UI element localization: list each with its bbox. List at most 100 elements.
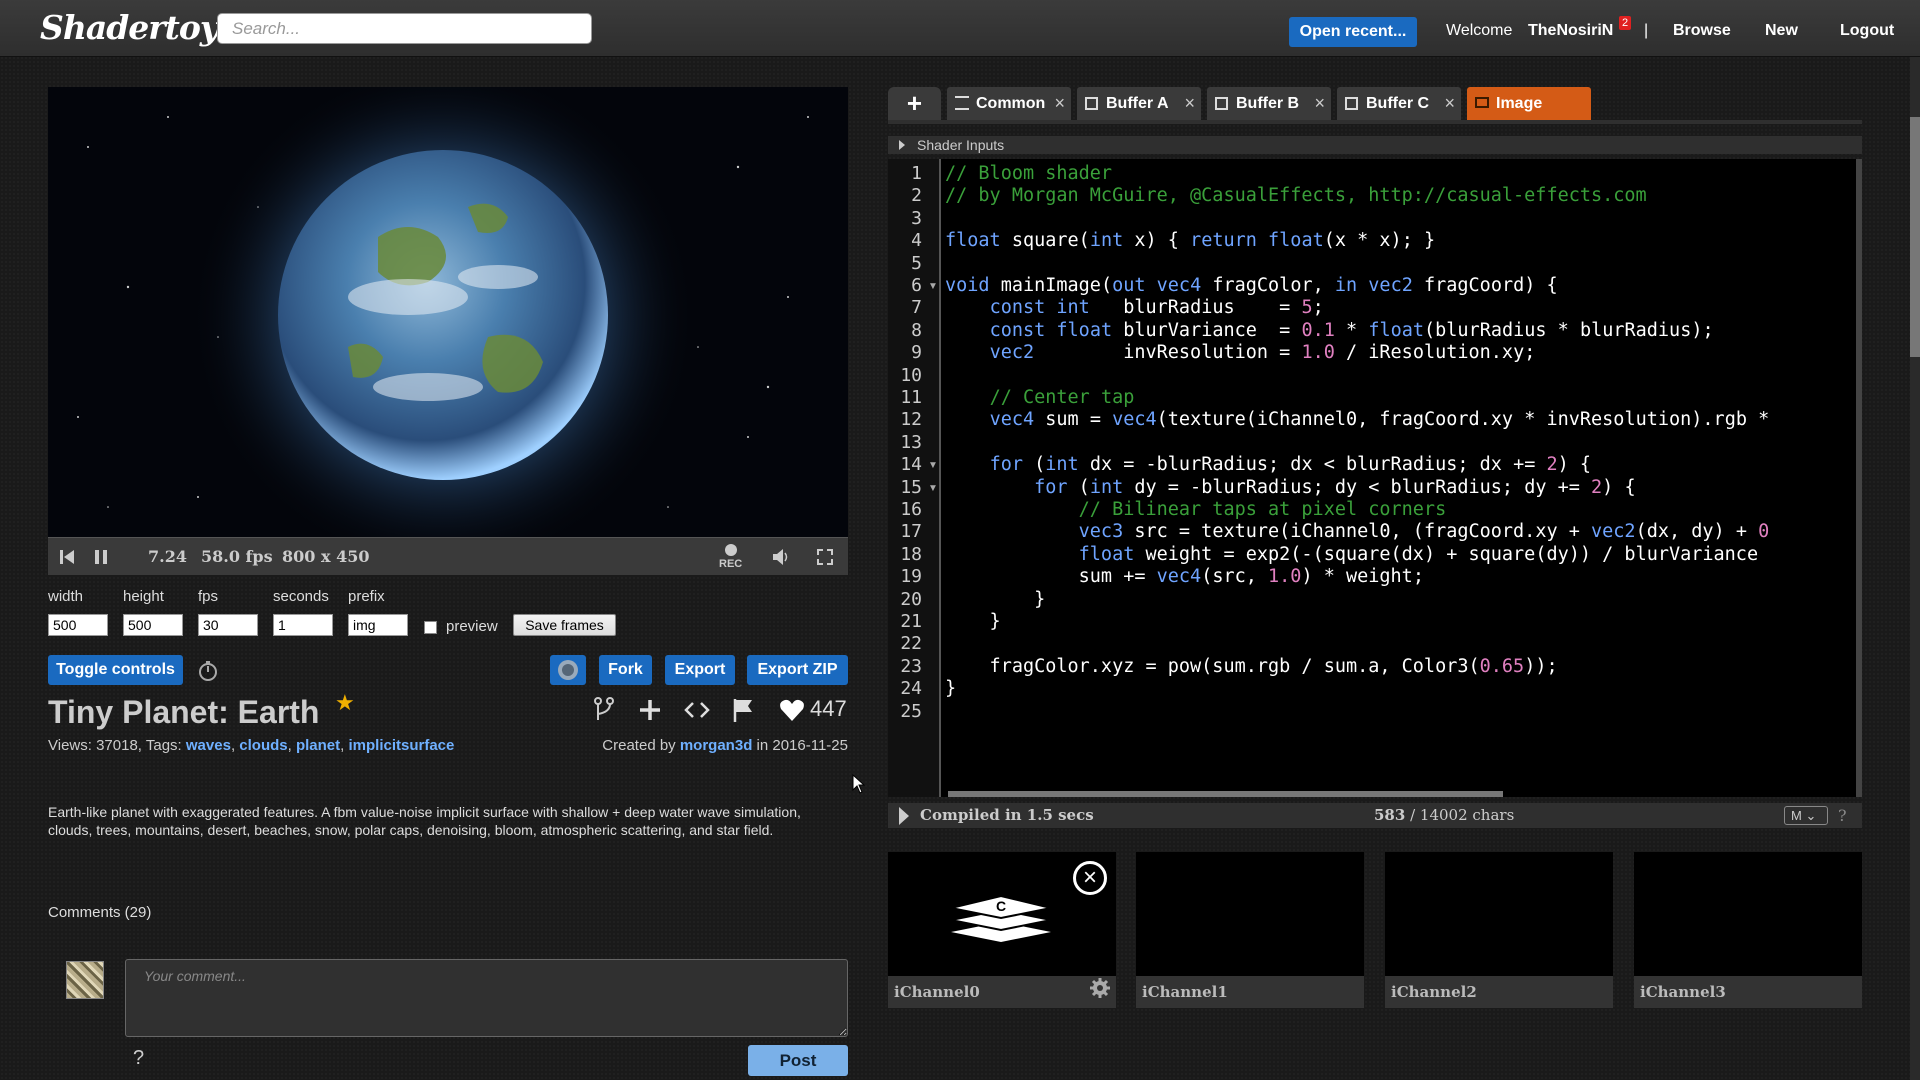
channel-slot-2[interactable]: iChannel2 [1385,852,1613,1008]
favorite-star-icon[interactable]: ★ [335,690,355,716]
fork-branch-icon[interactable] [590,696,618,724]
line-number: 1 [911,163,922,184]
expand-arrow-icon[interactable] [899,140,905,150]
volume-icon[interactable] [770,546,792,568]
code-line[interactable]: for (int dy = -blurRadius; dy < blurRadi… [945,477,1635,498]
code-line[interactable]: float square(int x) { return float(x * x… [945,230,1435,251]
capture-height-input[interactable] [123,614,183,636]
code-line[interactable]: fragColor.xyz = pow(sum.rgb / sum.a, Col… [945,656,1558,677]
username-link[interactable]: TheNosiriN [1528,22,1613,40]
comment-help-link[interactable]: ? [133,1047,144,1070]
record-button[interactable]: REC [716,542,746,574]
capture-seconds-input[interactable] [273,614,333,636]
capture-fps-input[interactable] [198,614,258,636]
code-line[interactable]: for (int dx = -blurRadius; dx < blurRadi… [945,454,1591,475]
shader-canvas[interactable] [48,87,848,537]
tab-label: Common [976,95,1046,112]
code-line[interactable]: vec3 src = texture(iChannel0, (fragCoord… [945,521,1770,542]
code-line[interactable]: vec2 invResolution = 1.0 / iResolution.x… [945,342,1536,363]
fullscreen-icon[interactable] [814,546,836,568]
tag-link[interactable]: clouds [239,737,287,754]
channel-label: iChannel0 [888,976,1116,1008]
tag-link[interactable]: implicitsurface [349,737,455,754]
channel-slot-1[interactable]: iChannel1 [1136,852,1364,1008]
line-number: 7 [911,297,922,319]
search-input[interactable] [217,13,592,44]
close-tab-icon[interactable]: × [1314,87,1325,120]
tab-buffer-b[interactable]: Buffer B × [1207,87,1331,120]
tab-buffer-a[interactable]: Buffer A × [1077,87,1201,120]
code-editor[interactable]: 1 2 3 4 5 6 ▼ 7 8 9 10 11 12 13 14 ▼ 15 ▼ 16 17 18 19 20 21 22 23… [888,159,1862,797]
editor-mode-select[interactable]: M ⌄ [1784,806,1828,825]
like-heart-icon[interactable] [778,696,806,724]
site-logo[interactable]: Shadertoy [40,8,219,47]
code-line[interactable]: const float blurVariance = 0.1 * float(b… [945,320,1714,341]
shader-inputs-toggle[interactable]: Shader Inputs [888,136,1862,154]
new-shader-link[interactable]: New [1765,22,1798,40]
code-line[interactable]: sum += vec4(src, 1.0) * weight; [945,566,1424,587]
export-button[interactable]: Export [665,655,735,685]
capture-width-input[interactable] [48,614,108,636]
compile-status-bar: Compiled in 1.5 secs 583 / 14002 chars M… [888,803,1862,828]
open-recent-button[interactable]: Open recent... [1289,17,1417,47]
fold-toggle-icon[interactable]: ▼ [928,281,938,292]
post-comment-button[interactable]: Post [748,1045,848,1076]
editor-help-link[interactable]: ? [1838,803,1847,828]
timer-icon[interactable] [197,660,219,682]
line-number: 13 [900,431,922,453]
code-horizontal-scrollbar[interactable] [948,791,1503,797]
fork-button[interactable]: Fork [599,655,652,685]
toggle-controls-button[interactable]: Toggle controls [48,655,183,685]
page-scrollbar-thumb[interactable] [1910,117,1920,357]
tag-link[interactable]: planet [296,737,340,754]
compile-play-icon[interactable] [899,807,909,825]
tab-common[interactable]: Common × [947,87,1071,120]
char-count: 583 / 14002 chars [1374,803,1514,828]
channel-slot-0[interactable]: C × iChannel0 [888,852,1116,1008]
add-to-playlist-icon[interactable] [636,696,664,724]
code-line[interactable]: } [945,678,956,699]
close-tab-icon[interactable]: × [1184,87,1195,120]
add-tab-button[interactable]: + [888,87,941,120]
code-line[interactable]: float weight = exp2(-(square(dx) + squar… [945,544,1758,565]
code-line[interactable]: // Center tap [945,387,1135,408]
page-scrollbar[interactable] [1910,57,1920,1080]
user-avatar [66,961,104,999]
code-line[interactable]: const int blurRadius = 5; [945,297,1324,318]
author-link[interactable]: morgan3d [680,737,753,754]
channel-slot-3[interactable]: iChannel3 [1634,852,1862,1008]
report-flag-icon[interactable] [730,696,758,724]
welcome-text: Welcome [1446,22,1513,39]
fold-toggle-icon[interactable]: ▼ [928,460,938,471]
code-line[interactable]: // by Morgan McGuire, @CasualEffects, ht… [945,185,1647,206]
code-line[interactable]: // Bloom shader [945,163,1112,184]
logout-link[interactable]: Logout [1840,22,1894,40]
tab-buffer-c[interactable]: Buffer C × [1337,87,1461,120]
export-zip-button[interactable]: Export ZIP [747,655,848,685]
comment-textarea[interactable] [125,959,848,1037]
code-vertical-scrollbar[interactable] [1856,159,1862,797]
browse-link[interactable]: Browse [1673,22,1731,40]
tag-link[interactable]: waves [186,737,231,754]
code-line[interactable]: vec4 sum = vec4(texture(iChannel0, fragC… [945,409,1770,430]
save-frames-button[interactable]: Save frames [513,614,616,636]
pause-icon[interactable] [90,546,112,568]
close-tab-icon[interactable]: × [1444,87,1455,120]
code-line[interactable]: } [945,589,1045,610]
embed-code-icon[interactable] [683,696,711,724]
gear-icon[interactable] [1089,977,1111,999]
code-line[interactable]: // Bilinear taps at pixel corners [945,499,1447,520]
code-line[interactable]: void mainImage(out vec4 fragColor, in ve… [945,275,1558,296]
code-line[interactable]: } [945,611,1001,632]
rewind-icon[interactable] [56,546,78,568]
player-control-bar: 7.24 58.0 fps 800 x 450 REC [48,537,848,575]
remove-channel-icon[interactable]: × [1073,861,1107,895]
preview-checkbox[interactable] [424,621,437,634]
notification-badge[interactable]: 2 [1619,16,1632,30]
capture-prefix-input[interactable] [348,614,408,636]
close-tab-icon[interactable]: × [1054,87,1065,120]
fold-toggle-icon[interactable]: ▼ [928,483,938,494]
vr-button[interactable] [550,655,586,685]
tab-image[interactable]: Image [1467,87,1591,120]
buffer-tab-icon [1215,97,1228,110]
